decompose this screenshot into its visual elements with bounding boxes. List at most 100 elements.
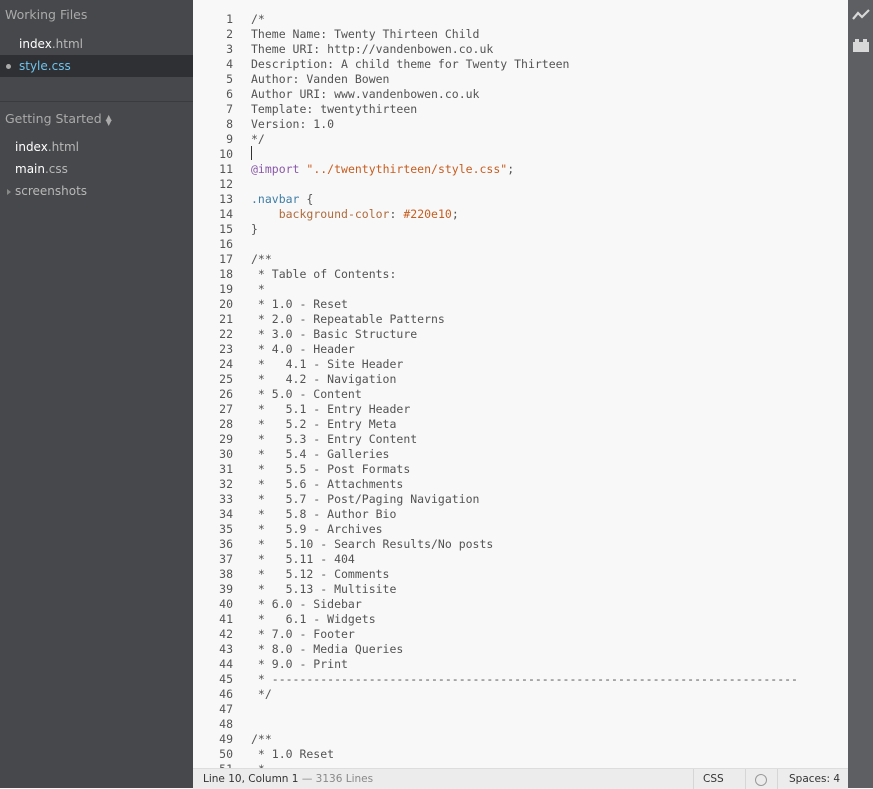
spaces-value[interactable]: 4 [833, 773, 840, 785]
line-code: * 1.0 Reset [251, 747, 335, 761]
line-number: 42 [219, 627, 233, 641]
dirty-indicator-icon [6, 64, 11, 69]
code-line: 6 Author URI: www.vandenbowen.co.uk [193, 87, 848, 102]
file-label: index.html [15, 136, 79, 158]
file-extension: .css [47, 59, 71, 73]
status-separator [777, 769, 778, 789]
project-folder-item[interactable]: screenshots [0, 180, 193, 202]
indent-setting[interactable]: Spaces: 4 [789, 773, 840, 785]
line-code: * 1.0 - Reset [251, 297, 348, 311]
code-line: 26 * 5.0 - Content [193, 387, 848, 402]
code-line: 28 * 5.2 - Entry Meta [193, 417, 848, 432]
file-name: index [19, 37, 52, 51]
line-code: * 4.1 - Site Header [251, 357, 404, 371]
line-code: * 5.2 - Entry Meta [251, 417, 397, 431]
line-code: * 5.1 - Entry Header [251, 402, 411, 416]
code-editor[interactable]: 1 /* 2 Theme Name: Twenty Thirteen Child 3 Th… [193, 0, 848, 768]
live-preview-icon[interactable] [852, 8, 870, 22]
line-number: 27 [219, 402, 233, 416]
line-number: 12 [219, 177, 233, 191]
code-token: #220e10 [403, 207, 452, 221]
line-number: 16 [219, 237, 233, 251]
code-token: "../twentythirteen/style.css" [306, 162, 508, 176]
line-number: 49 [219, 732, 233, 746]
project-file-item[interactable]: main.css [0, 158, 193, 180]
file-label: main.css [15, 158, 68, 180]
folder-expand-icon[interactable] [7, 189, 11, 195]
code-token: { [299, 192, 314, 206]
project-title[interactable]: Getting Started ▲ ▼ [5, 111, 112, 126]
code-line: 21 * 2.0 - Repeatable Patterns [193, 312, 848, 327]
working-file-item[interactable]: style.css [0, 55, 202, 77]
line-number: 26 [219, 387, 233, 401]
line-code: Author URI: www.vandenbowen.co.uk [251, 87, 480, 101]
line-code: * 6.0 - Sidebar [251, 597, 362, 611]
code-line: 16 [193, 237, 848, 252]
project-dropdown-icon[interactable]: ▲ ▼ [106, 113, 112, 126]
code-line: 31 * 5.5 - Post Formats [193, 462, 848, 477]
file-label: style.css [19, 55, 71, 77]
code-line: 40 * 6.0 - Sidebar [193, 597, 848, 612]
code-line: 7 Template: twentythirteen [193, 102, 848, 117]
file-label: screenshots [15, 180, 87, 202]
code-token: background-color [278, 207, 390, 221]
line-number: 19 [219, 282, 233, 296]
line-number: 44 [219, 657, 233, 671]
code-line: 23 * 4.0 - Header [193, 342, 848, 357]
code-line: 2 Theme Name: Twenty Thirteen Child [193, 27, 848, 42]
code-line: 47 [193, 702, 848, 717]
code-line: 4 Description: A child theme for Twenty T… [193, 57, 848, 72]
line-code: * 3.0 - Basic Structure [251, 327, 418, 341]
file-name: screenshots [15, 184, 88, 198]
code-line: 49 /** [193, 732, 848, 747]
code-line: 41 * 6.1 - Widgets [193, 612, 848, 627]
language-selector[interactable]: CSS [703, 773, 724, 785]
code-line: 5 Author: Vanden Bowen [193, 72, 848, 87]
code-line: 3 Theme URI: http://vandenbowen.co.uk [193, 42, 848, 57]
line-number: 5 [226, 72, 233, 86]
project-file-item[interactable]: index.html [0, 136, 193, 158]
line-code: * 5.6 - Attachments [251, 477, 404, 491]
code-line: 36 * 5.10 - Search Results/No posts [193, 537, 848, 552]
line-number: 37 [219, 552, 233, 566]
line-number: 36 [219, 537, 233, 551]
code-line: 30 * 5.4 - Galleries [193, 447, 848, 462]
line-number: 11 [219, 162, 233, 176]
working-file-item[interactable]: index.html [0, 33, 193, 55]
code-line: 15} [193, 222, 848, 237]
file-extension: .html [47, 140, 79, 154]
line-code: Author: Vanden Bowen [251, 72, 390, 86]
line-code: Theme URI: http://vandenbowen.co.uk [251, 42, 494, 56]
code-line: 1 /* [193, 12, 848, 27]
code-line: 39 * 5.13 - Multisite [193, 582, 848, 597]
line-code: * 7.0 - Footer [251, 627, 355, 641]
line-code: * Table of Contents: [251, 267, 397, 281]
line-code: Template: twentythirteen [251, 102, 418, 116]
right-toolbar [848, 0, 873, 788]
line-code: * 9.0 - Print [251, 657, 348, 671]
line-code: */ [251, 132, 265, 146]
code-line: 12 [193, 177, 848, 192]
line-code: Theme Name: Twenty Thirteen Child [251, 27, 480, 41]
line-number: 33 [219, 492, 233, 506]
file-name: index [15, 140, 48, 154]
sidebar-divider [0, 101, 193, 102]
line-number: 34 [219, 507, 233, 521]
extension-manager-icon[interactable] [852, 38, 870, 52]
code-line: 34 * 5.8 - Author Bio [193, 507, 848, 522]
line-code: * 5.9 - Archives [251, 522, 383, 536]
line-number: 38 [219, 567, 233, 581]
line-number: 23 [219, 342, 233, 356]
linter-status-icon[interactable] [755, 774, 767, 786]
line-number: 15 [219, 222, 233, 236]
code-line: 29 * 5.3 - Entry Content [193, 432, 848, 447]
code-line: 43 * 8.0 - Media Queries [193, 642, 848, 657]
code-line: 38 * 5.12 - Comments [193, 567, 848, 582]
line-code: Version: 1.0 [251, 117, 335, 131]
line-number: 30 [219, 447, 233, 461]
code-line: 27 * 5.1 - Entry Header [193, 402, 848, 417]
line-code: * 5.11 - 404 [251, 552, 355, 566]
line-code: /** [251, 732, 272, 746]
line-number: 41 [219, 612, 233, 626]
